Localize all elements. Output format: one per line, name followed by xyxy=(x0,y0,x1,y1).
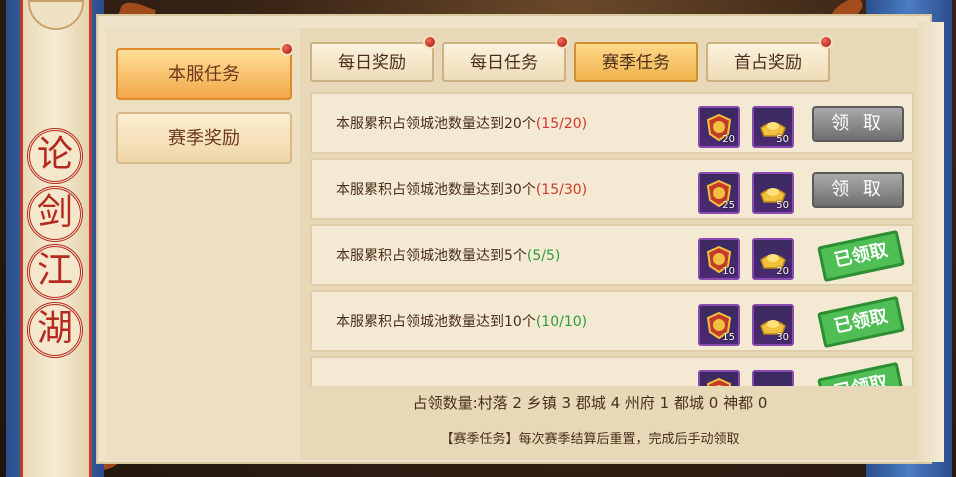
task-text: 本服累积占领城池数量达到30个(15/30) xyxy=(336,182,588,198)
tab-daily-rewards[interactable]: 每日奖励 xyxy=(310,42,434,82)
task-progress: (5/5) xyxy=(526,248,561,264)
season-task-note: 【赛季任务】每次赛季结算后重置，完成后手动领取 xyxy=(440,432,740,447)
task-text: 本服累积占领城池数量达到20个(15/20) xyxy=(336,116,588,132)
reward-qty: 50 xyxy=(776,134,789,145)
tab-season-tasks[interactable]: 赛季任务 xyxy=(574,42,698,82)
gold-ingot-icon xyxy=(758,376,788,386)
reward-slot[interactable]: 50 xyxy=(752,172,794,214)
task-row: 已领取 xyxy=(310,356,914,386)
task-row: 本服累积占领城池数量达到10个(10/10) 15 30 已领取 xyxy=(310,290,914,352)
reward-slot[interactable]: 25 xyxy=(698,172,740,214)
reward-qty: 15 xyxy=(722,332,735,343)
claimed-stamp: 已领取 xyxy=(817,361,905,386)
reward-slot[interactable]: 10 xyxy=(698,238,740,280)
title-char: 剑 xyxy=(27,186,83,242)
sidebar-item-season-rewards[interactable]: 赛季奖励 xyxy=(116,112,292,164)
task-row: 本服累积占领城池数量达到30个(15/30) 25 50 领 取 xyxy=(310,158,914,220)
reward-qty: 30 xyxy=(776,332,789,343)
claim-button[interactable]: 领 取 xyxy=(812,172,904,208)
reward-qty: 10 xyxy=(722,266,735,277)
task-row: 本服累积占领城池数量达到5个(5/5) 10 20 已领取 xyxy=(310,224,914,286)
alert-dot-icon xyxy=(423,35,437,49)
reward-slot[interactable]: 15 xyxy=(698,304,740,346)
task-text: 本服累积占领城池数量达到10个(10/10) xyxy=(336,314,588,330)
reward-slot[interactable]: 20 xyxy=(698,106,740,148)
paper-edge xyxy=(918,22,944,462)
title-char: 论 xyxy=(27,128,83,184)
alert-dot-icon xyxy=(280,42,294,56)
reward-qty: 25 xyxy=(722,200,735,211)
tab-first-capture-rewards[interactable]: 首占奖励 xyxy=(706,42,830,82)
alert-dot-icon xyxy=(555,35,569,49)
reward-slot[interactable]: 30 xyxy=(752,304,794,346)
reward-slot[interactable] xyxy=(752,370,794,386)
reward-qty: 20 xyxy=(722,134,735,145)
sidebar-item-server-tasks[interactable]: 本服任务 xyxy=(116,48,292,100)
claim-button[interactable]: 领 取 xyxy=(812,106,904,142)
task-progress: (10/10) xyxy=(535,314,588,330)
occupation-count: 占领数量:村落 2 乡镇 3 郡城 4 州府 1 都城 0 神都 0 xyxy=(412,394,768,412)
task-progress: (15/20) xyxy=(535,116,588,132)
reward-slot[interactable]: 50 xyxy=(752,106,794,148)
task-list[interactable]: 本服累积占领城池数量达到20个(15/20) 20 50 领 取 本服累积占领城… xyxy=(310,92,914,386)
reward-slot[interactable]: 20 xyxy=(752,238,794,280)
task-text: 本服累积占领城池数量达到5个(5/5) xyxy=(336,248,561,264)
title-char: 湖 xyxy=(27,302,83,358)
reward-qty: 20 xyxy=(776,266,789,277)
title-char: 江 xyxy=(27,244,83,300)
merit-medal-icon xyxy=(706,377,732,386)
task-row: 本服累积占领城池数量达到20个(15/20) 20 50 领 取 xyxy=(310,92,914,154)
reward-qty: 50 xyxy=(776,200,789,211)
claimed-stamp: 已领取 xyxy=(817,295,905,349)
reward-slot[interactable] xyxy=(698,370,740,386)
task-progress: (15/30) xyxy=(535,182,588,198)
tab-daily-tasks[interactable]: 每日任务 xyxy=(442,42,566,82)
alert-dot-icon xyxy=(819,35,833,49)
claimed-stamp: 已领取 xyxy=(817,229,905,283)
